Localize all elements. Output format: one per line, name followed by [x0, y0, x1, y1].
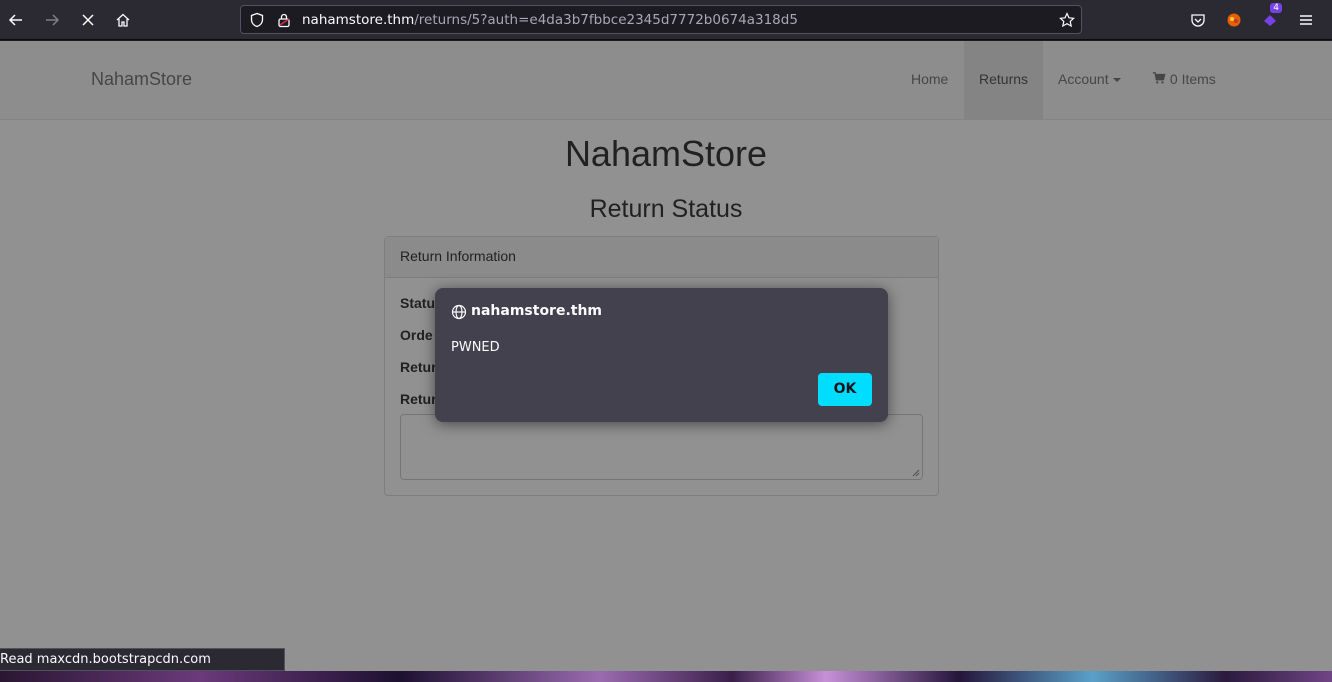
menu-icon[interactable] — [1292, 6, 1320, 34]
pocket-icon[interactable] — [1184, 6, 1212, 34]
extension-icon[interactable]: 4 — [1256, 3, 1284, 34]
status-bar: Read maxcdn.bootstrapcdn.com — [0, 648, 285, 671]
alert-dialog: nahamstore.thm PWNED OK — [435, 288, 888, 422]
ok-button[interactable]: OK — [818, 373, 872, 406]
forward-icon[interactable] — [38, 6, 66, 34]
star-icon[interactable] — [1059, 12, 1075, 28]
url-bar[interactable]: nahamstore.thm/returns/5?auth=e4da3b7fbb… — [240, 5, 1082, 34]
shield-icon[interactable] — [249, 12, 265, 28]
desktop-background — [0, 671, 1332, 682]
home-icon[interactable] — [109, 6, 137, 34]
browser-toolbar: nahamstore.thm/returns/5?auth=e4da3b7fbb… — [0, 0, 1332, 40]
stop-icon[interactable] — [74, 6, 102, 34]
extension-badge: 4 — [1270, 3, 1282, 13]
page-viewport: NahamStore Home Returns Account 0 Items … — [0, 41, 1332, 671]
dialog-message: PWNED — [451, 340, 500, 355]
url-text[interactable]: nahamstore.thm/returns/5?auth=e4da3b7fbb… — [302, 12, 798, 28]
extension-icon[interactable] — [1220, 6, 1248, 34]
lock-icon[interactable] — [276, 12, 292, 28]
dialog-origin: nahamstore.thm — [471, 303, 603, 319]
globe-icon — [451, 304, 467, 320]
back-icon[interactable] — [2, 6, 30, 34]
